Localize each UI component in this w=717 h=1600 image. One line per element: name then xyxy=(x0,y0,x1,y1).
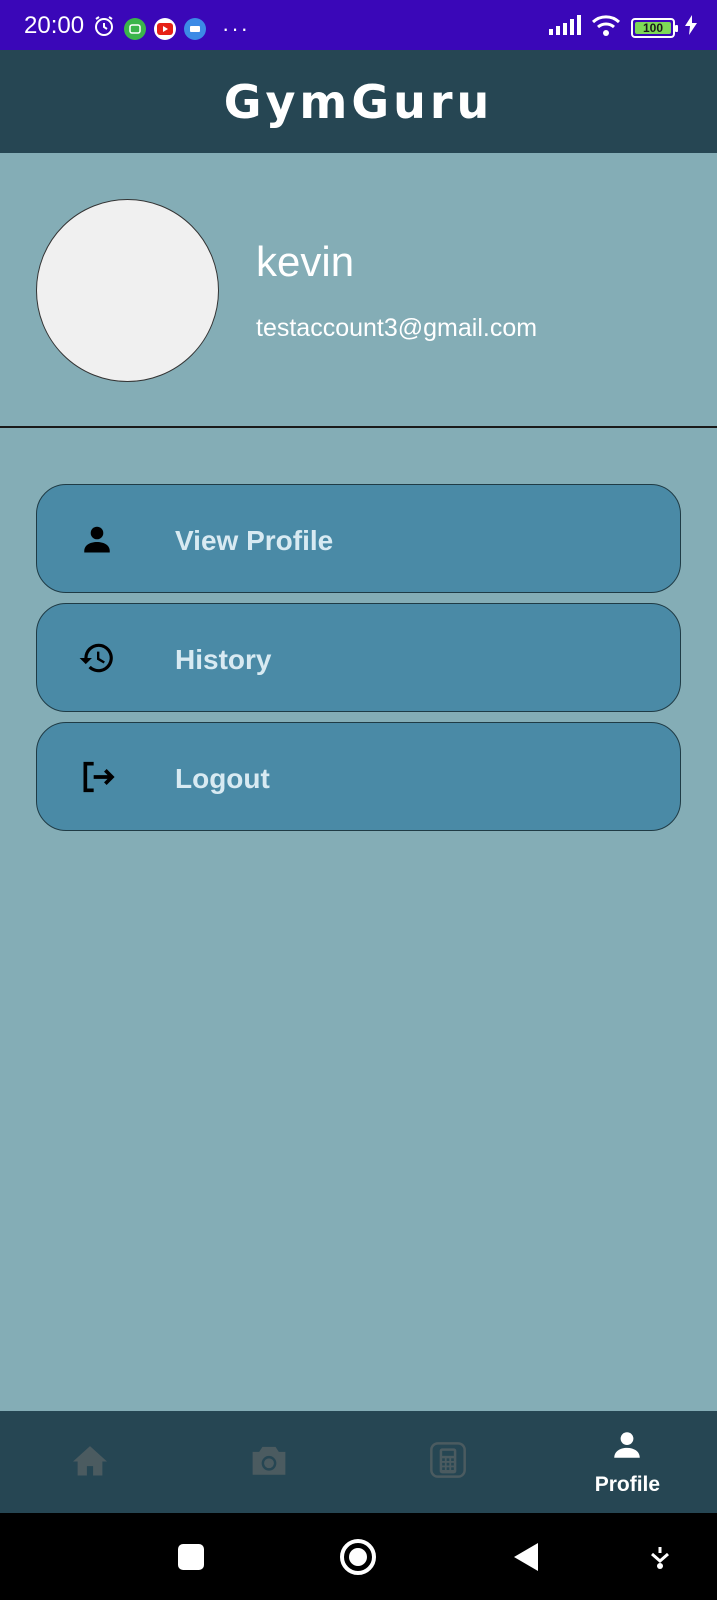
view-profile-label: View Profile xyxy=(175,525,334,556)
collapse-icon[interactable] xyxy=(649,1546,671,1575)
person-icon xyxy=(75,517,119,561)
nav-home[interactable] xyxy=(0,1411,179,1513)
app-header: GymGuru xyxy=(0,50,717,153)
user-email: testaccount3@gmail.com xyxy=(256,314,538,342)
nav-camera[interactable] xyxy=(179,1411,358,1513)
charging-icon xyxy=(685,15,697,40)
battery-level: 100 xyxy=(642,20,664,35)
logout-button[interactable]: Logout xyxy=(36,722,681,831)
nav-profile[interactable]: Profile xyxy=(538,1411,717,1513)
recents-icon[interactable] xyxy=(177,1543,205,1576)
status-right-icons: 100 xyxy=(549,14,697,41)
profile-menu: View Profile History Logout xyxy=(36,484,681,841)
nav-calculator[interactable] xyxy=(359,1411,538,1513)
app-title: GymGuru xyxy=(223,74,494,129)
history-label: History xyxy=(175,644,272,675)
calculator-icon xyxy=(428,1440,468,1485)
logout-icon xyxy=(75,755,119,799)
camera-icon xyxy=(249,1442,289,1483)
battery-icon: 100 xyxy=(631,17,678,38)
home-icon xyxy=(71,1443,109,1482)
view-profile-button[interactable]: View Profile xyxy=(36,484,681,593)
status-left-icons: ··· xyxy=(92,14,250,43)
system-nav-bar xyxy=(0,1513,717,1600)
youtube-icon xyxy=(154,17,176,40)
history-button[interactable]: History xyxy=(36,603,681,712)
alarm-icon xyxy=(92,14,116,43)
logout-label: Logout xyxy=(175,763,270,794)
green-app-icon xyxy=(124,17,146,40)
profile-icon xyxy=(610,1428,644,1467)
bottom-nav: Profile xyxy=(0,1411,717,1513)
more-dots-icon: ··· xyxy=(222,15,250,41)
status-time: 20:00 xyxy=(24,12,85,39)
profile-section: kevin testaccount3@gmail.com xyxy=(0,153,717,428)
back-icon[interactable] xyxy=(512,1541,540,1578)
avatar[interactable] xyxy=(36,199,219,382)
user-name: kevin xyxy=(256,238,355,285)
wifi-icon xyxy=(591,14,621,41)
history-icon xyxy=(75,636,119,680)
novel-app-icon xyxy=(184,17,206,40)
home-system-icon[interactable] xyxy=(339,1538,377,1581)
signal-icon xyxy=(549,15,581,40)
status-bar: 20:00 ··· 100 xyxy=(0,0,717,50)
nav-profile-label: Profile xyxy=(594,1472,661,1496)
